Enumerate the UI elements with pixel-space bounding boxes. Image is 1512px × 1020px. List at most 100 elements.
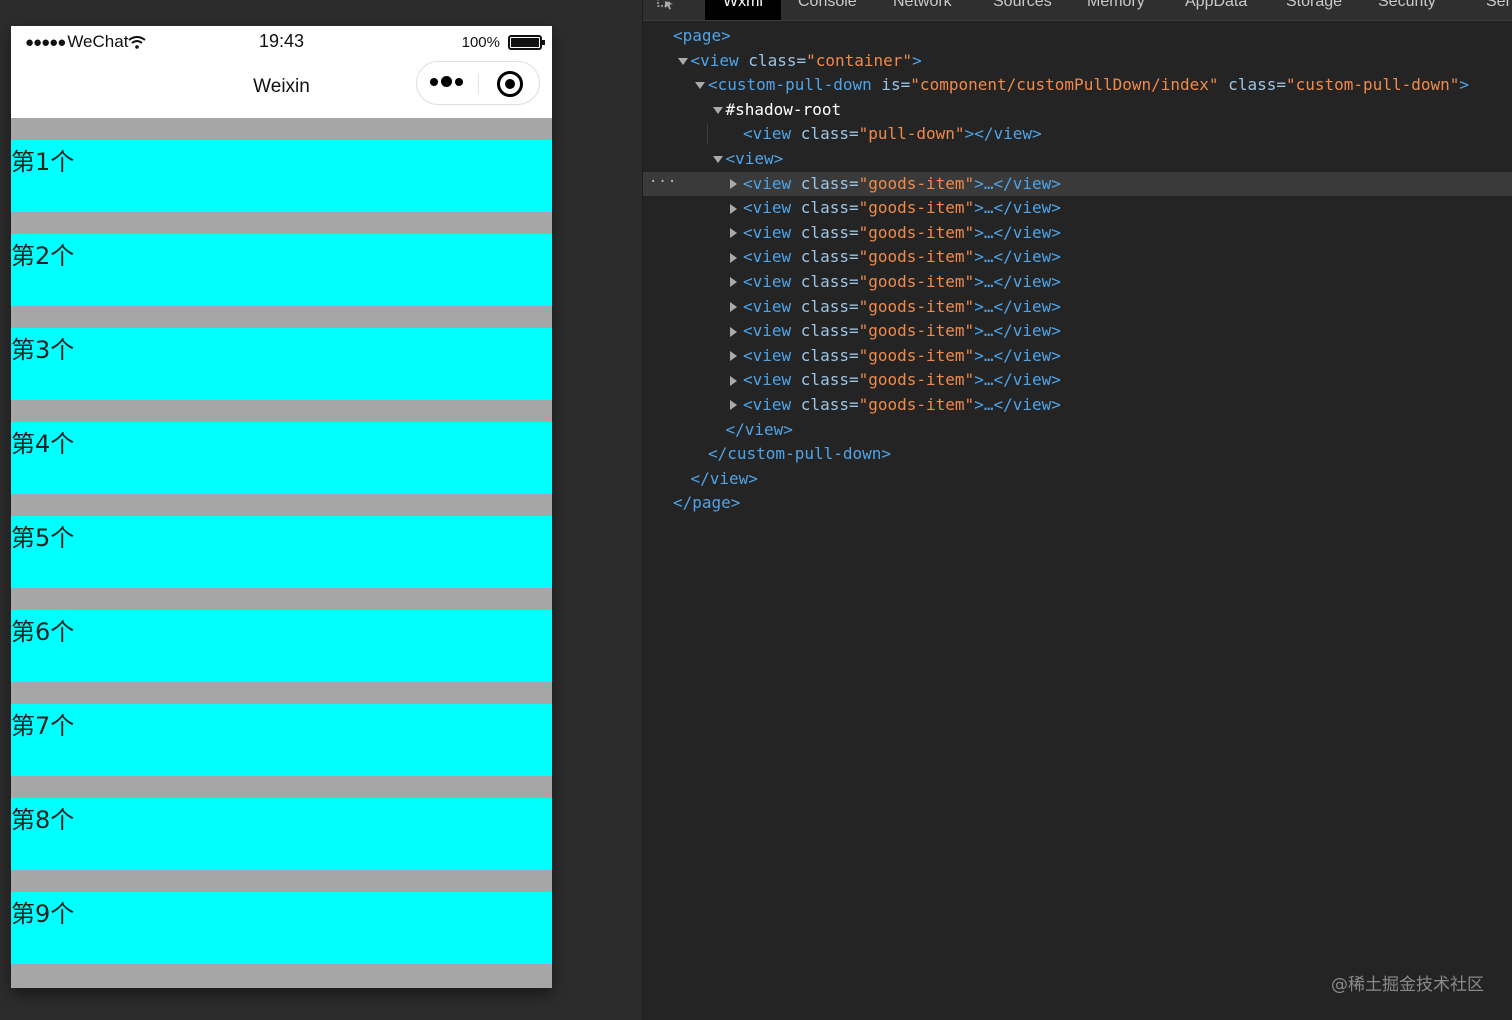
wxml-node-line[interactable]: <custom-pull-down is="component/customPu… (643, 73, 1512, 98)
wxml-node: #shadow-root (712, 98, 841, 123)
tab-memory[interactable]: Memory (1087, 0, 1145, 11)
tag-text: <view (743, 173, 801, 193)
navigation-bar: Weixin (11, 56, 552, 118)
wxml-node-line[interactable]: <view class="container"> (643, 49, 1512, 74)
collapse-arrow-icon[interactable] (712, 106, 723, 114)
more-menu-button[interactable] (430, 76, 466, 87)
wxml-node: <view class="goods-item">…</view> (730, 221, 1061, 246)
wxml-node: <view class="pull-down"></view> (730, 122, 1042, 147)
wxml-node-line[interactable]: </custom-pull-down> (643, 442, 1512, 467)
battery-percent: 100% (461, 34, 500, 51)
wxml-node-line[interactable]: <page> (643, 24, 1512, 49)
expand-arrow-icon[interactable] (730, 326, 737, 337)
wxml-node: <view class="goods-item">…</view> (730, 172, 1061, 197)
simulator-panel: ●●●●● WeChat 19:43 100% Weixin 第1个 第2个 第… (0, 0, 642, 1020)
attr-name: class= (800, 321, 859, 341)
collapse-arrow-icon[interactable] (695, 82, 705, 90)
wxml-node-line[interactable]: </view> (643, 418, 1512, 443)
goods-item-label: 第2个 (11, 242, 75, 270)
expand-arrow-icon[interactable] (730, 375, 737, 386)
tag-text: >…</view> (974, 321, 1061, 341)
tab-sen[interactable]: Sen (1486, 0, 1512, 11)
wxml-node-line[interactable]: <view class="goods-item">…</view> (643, 344, 1512, 369)
tab-storage[interactable]: Storage (1286, 0, 1342, 11)
wxml-node-line[interactable]: <view class="goods-item">…</view> (643, 319, 1512, 344)
attr-value: "custom-pull-down" (1285, 75, 1460, 95)
wxml-node: <view class="goods-item">…</view> (730, 319, 1061, 344)
tag-text: <view (743, 394, 801, 414)
devtools-panel: Wxml Console Network Sources Memory AppData St… (643, 0, 1512, 1020)
goods-item-label: 第9个 (11, 900, 75, 928)
node-options-icon[interactable]: ··· (649, 170, 677, 195)
status-bar: ●●●●● WeChat 19:43 100% (11, 26, 552, 56)
wxml-node-line[interactable]: <view class="goods-item">…</view> (643, 295, 1512, 320)
tag-text: >…</view> (974, 173, 1061, 193)
goods-item: 第8个 (11, 798, 552, 870)
tag-text: >…</view> (974, 394, 1061, 414)
wxml-node-line[interactable]: #shadow-root (643, 98, 1512, 123)
wxml-node-line[interactable]: <view class="pull-down"></view> (643, 122, 1512, 147)
wxml-node-line[interactable]: <view class="goods-item">…</view> (643, 221, 1512, 246)
wxml-node-line[interactable]: <view class="goods-item">…</view> (643, 245, 1512, 270)
expand-arrow-icon[interactable] (730, 203, 737, 214)
collapse-arrow-icon[interactable] (712, 155, 723, 163)
attr-value: "goods-item" (858, 296, 975, 316)
goods-item: 第7个 (11, 704, 552, 776)
wxml-node-line[interactable]: <view class="goods-item">…</view> (643, 393, 1512, 418)
wxml-node-line[interactable]: ··· <view class="goods-item">…</view> (643, 170, 1512, 197)
expand-arrow-icon[interactable] (730, 351, 737, 362)
wxml-node: </view> (678, 467, 758, 492)
tab-appdata[interactable]: AppData (1185, 0, 1247, 11)
element-picker-icon[interactable] (657, 0, 675, 10)
expand-arrow-icon[interactable] (730, 252, 737, 263)
wxml-node: </page> (660, 491, 740, 516)
expand-arrow-icon[interactable] (730, 179, 737, 190)
attr-name: class= (800, 345, 859, 365)
tag-text: ></view> (964, 124, 1042, 144)
attr-name: class= (800, 198, 859, 218)
expand-arrow-icon[interactable] (730, 228, 737, 239)
tag-text: <view (743, 198, 801, 218)
wxml-node-line[interactable]: </view> (643, 467, 1512, 492)
devtools-tabbar: Wxml Console Network Sources Memory AppData St… (643, 0, 1512, 21)
wxml-node: <view class="container"> (677, 49, 922, 74)
tab-wxml[interactable]: Wxml (705, 0, 781, 20)
tag-text: >…</view> (974, 271, 1061, 291)
tag-text: <view (743, 345, 801, 365)
goods-item-label: 第8个 (11, 806, 75, 834)
tab-security[interactable]: Security (1378, 0, 1436, 11)
expand-arrow-icon[interactable] (730, 302, 737, 313)
goods-item-label: 第6个 (11, 618, 75, 646)
wxml-node-line[interactable]: <view> (643, 147, 1512, 172)
wxml-node: <view class="goods-item">…</view> (730, 295, 1061, 320)
wxml-node: <view class="goods-item">…</view> (730, 393, 1061, 418)
goods-item: 第9个 (11, 892, 552, 964)
tag-text: >…</view> (974, 247, 1061, 267)
attr-name: class= (800, 247, 859, 267)
wxml-node: <custom-pull-down is="component/customPu… (695, 73, 1469, 98)
wxml-node-line[interactable]: <view class="goods-item">…</view> (643, 368, 1512, 393)
more-dots-icon-center (441, 76, 452, 87)
attr-value: "container" (806, 50, 913, 70)
tag-text: <view (743, 321, 801, 341)
goods-item: 第4个 (11, 422, 552, 494)
wxml-node-line[interactable]: <view class="goods-item">…</view> (643, 270, 1512, 295)
wxml-node-line[interactable]: <view class="goods-item">…</view> (643, 196, 1512, 221)
attr-value: "goods-item" (858, 173, 975, 193)
tag-text: >…</view> (974, 370, 1061, 390)
attr-name: class= (800, 222, 859, 242)
collapse-arrow-icon[interactable] (677, 57, 688, 65)
tag-text: >…</view> (974, 296, 1061, 316)
tag-text: </custom-pull-down> (708, 444, 892, 464)
tag-text: > (1459, 75, 1470, 95)
tab-console[interactable]: Console (798, 0, 857, 11)
expand-arrow-icon[interactable] (730, 277, 737, 288)
capsule-divider (478, 74, 479, 94)
expand-arrow-icon[interactable] (730, 400, 737, 411)
tab-sources[interactable]: Sources (993, 0, 1052, 11)
tab-network[interactable]: Network (893, 0, 952, 11)
close-miniprogram-icon[interactable] (497, 71, 523, 97)
wxml-node-line[interactable]: </page> (643, 491, 1512, 516)
phone-screen: ●●●●● WeChat 19:43 100% Weixin 第1个 第2个 第… (11, 26, 552, 988)
goods-item-label: 第5个 (11, 524, 75, 552)
